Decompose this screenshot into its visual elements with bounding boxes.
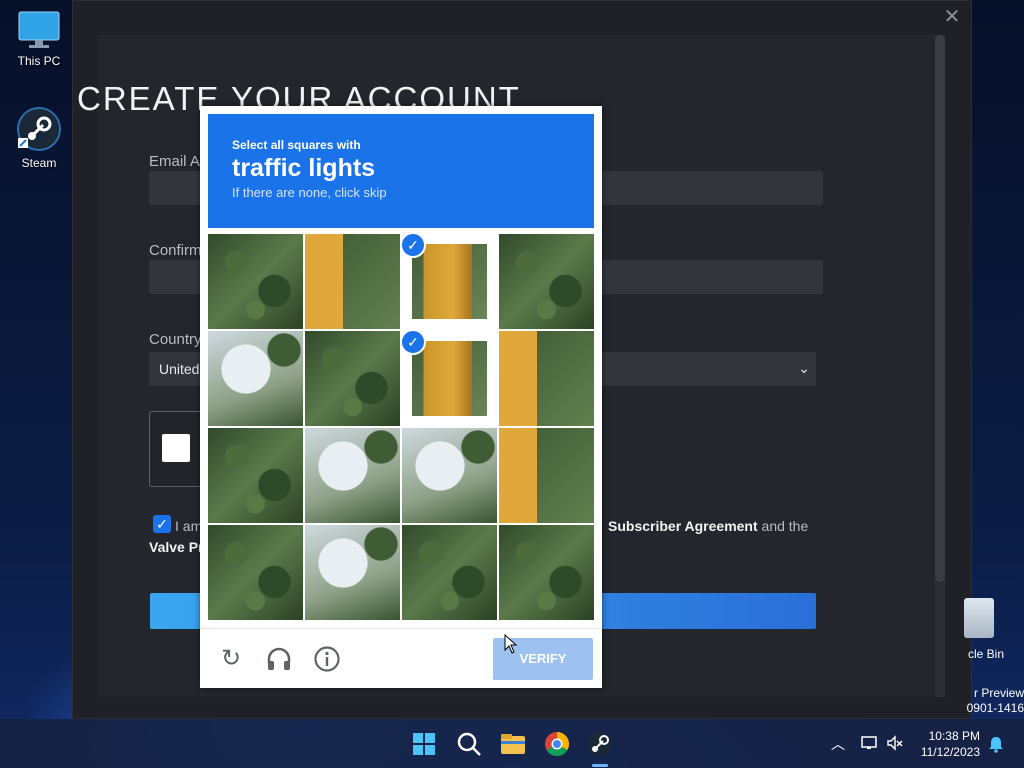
- build-line-2: 0901-1416: [966, 701, 1024, 715]
- captcha-tile[interactable]: [402, 525, 497, 620]
- captcha-tile-image: [499, 234, 594, 329]
- notification-bell-icon[interactable]: [988, 735, 1004, 753]
- chrome-icon[interactable]: [541, 728, 573, 760]
- captcha-tile-image: [412, 244, 487, 319]
- captcha-tile-image: [305, 525, 400, 620]
- desktop-icon-label: This PC: [17, 54, 61, 68]
- agree-text-prefix: I am: [175, 518, 203, 534]
- valve-privacy-link[interactable]: Valve Pr: [149, 539, 204, 555]
- captcha-tile-image: [305, 331, 400, 426]
- start-icon[interactable]: [408, 728, 440, 760]
- captcha-tile-image: [305, 234, 400, 329]
- file-explorer-icon[interactable]: [497, 728, 529, 760]
- captcha-tile[interactable]: [305, 525, 400, 620]
- captcha-tile[interactable]: [208, 428, 303, 523]
- captcha-tile[interactable]: [208, 525, 303, 620]
- active-app-indicator: [592, 764, 608, 767]
- agree-text-line2: Valve Pr: [149, 539, 204, 555]
- subscriber-agreement-link[interactable]: Subscriber Agreement: [608, 518, 758, 534]
- captcha-tile-image: [208, 331, 303, 426]
- build-line-1: r Preview: [973, 686, 1024, 700]
- info-icon[interactable]: [313, 645, 341, 673]
- captcha-target: traffic lights: [232, 154, 376, 182]
- captcha-tile-image: [499, 525, 594, 620]
- mouse-cursor-icon: [504, 634, 518, 654]
- captcha-tile[interactable]: ✓: [402, 234, 497, 329]
- confirm-email-label: Confirm: [149, 242, 202, 259]
- recycle-bin-label: cle Bin: [968, 647, 1005, 661]
- monitor-icon: [18, 11, 60, 48]
- captcha-tile[interactable]: [499, 525, 594, 620]
- captcha-hint: If there are none, click skip: [232, 185, 387, 200]
- captcha-challenge: Select all squares with traffic lights I…: [200, 106, 602, 688]
- captcha-tile[interactable]: [208, 331, 303, 426]
- captcha-footer: ↻ VERIFY: [200, 628, 602, 688]
- steam-icon[interactable]: [584, 728, 616, 760]
- captcha-tile[interactable]: [402, 428, 497, 523]
- country-value: United: [159, 361, 200, 377]
- desktop-icon-label: Steam: [21, 156, 57, 170]
- captcha-tile[interactable]: [499, 428, 594, 523]
- captcha-tile[interactable]: ✓: [402, 331, 497, 426]
- agree-text-suffix: Subscriber Agreement and the: [608, 518, 808, 534]
- captcha-tile-image: [208, 525, 303, 620]
- captcha-tile-image: [412, 341, 487, 416]
- captcha-tile-image: [208, 234, 303, 329]
- desktop-icon-this-pc[interactable]: This PC: [4, 10, 74, 68]
- captcha-tile-image: [208, 428, 303, 523]
- captcha-tile[interactable]: [499, 234, 594, 329]
- captcha-tile-image: [402, 525, 497, 620]
- captcha-tile[interactable]: [305, 234, 400, 329]
- headphones-icon[interactable]: [265, 645, 293, 673]
- captcha-tile[interactable]: [499, 331, 594, 426]
- desktop-icon-steam[interactable]: Steam: [4, 106, 74, 170]
- captcha-tile[interactable]: [305, 331, 400, 426]
- captcha-grid: ✓ ✓: [208, 234, 594, 620]
- steam-icon: [17, 107, 61, 151]
- chevron-down-icon: ⌄: [798, 360, 810, 376]
- captcha-tile-image: [499, 428, 594, 523]
- network-icon[interactable]: [861, 735, 879, 751]
- captcha-tile[interactable]: [305, 428, 400, 523]
- recaptcha-checkbox[interactable]: [162, 434, 190, 462]
- captcha-tile-image: [402, 428, 497, 523]
- taskbar-clock[interactable]: 10:38 PM 11/12/2023: [921, 728, 980, 760]
- email-label: Email Ac: [149, 153, 208, 170]
- clock-time: 10:38 PM: [928, 729, 980, 743]
- search-icon[interactable]: [453, 728, 485, 760]
- tray-chevron-icon[interactable]: ︿: [831, 734, 845, 754]
- recycle-bin-icon[interactable]: [964, 598, 994, 638]
- captcha-instruction: Select all squares with: [232, 138, 361, 152]
- build-watermark: r Preview 0901-1416: [962, 686, 1024, 716]
- agree-text-rest: and the: [757, 518, 809, 534]
- captcha-tile[interactable]: [208, 234, 303, 329]
- captcha-tile-image: [499, 331, 594, 426]
- clock-date: 11/12/2023: [920, 745, 980, 759]
- captcha-tile-image: [305, 428, 400, 523]
- scrollbar-thumb[interactable]: [935, 35, 945, 582]
- volume-muted-icon[interactable]: [886, 735, 904, 751]
- close-icon[interactable]: ✕: [941, 6, 963, 28]
- reload-icon[interactable]: ↻: [217, 645, 245, 673]
- taskbar: ︿ 10:38 PM 11/12/2023: [0, 719, 1024, 768]
- captcha-header: Select all squares with traffic lights I…: [208, 114, 594, 228]
- country-label: Country: [149, 331, 202, 348]
- agree-checkbox[interactable]: ✓: [153, 515, 171, 533]
